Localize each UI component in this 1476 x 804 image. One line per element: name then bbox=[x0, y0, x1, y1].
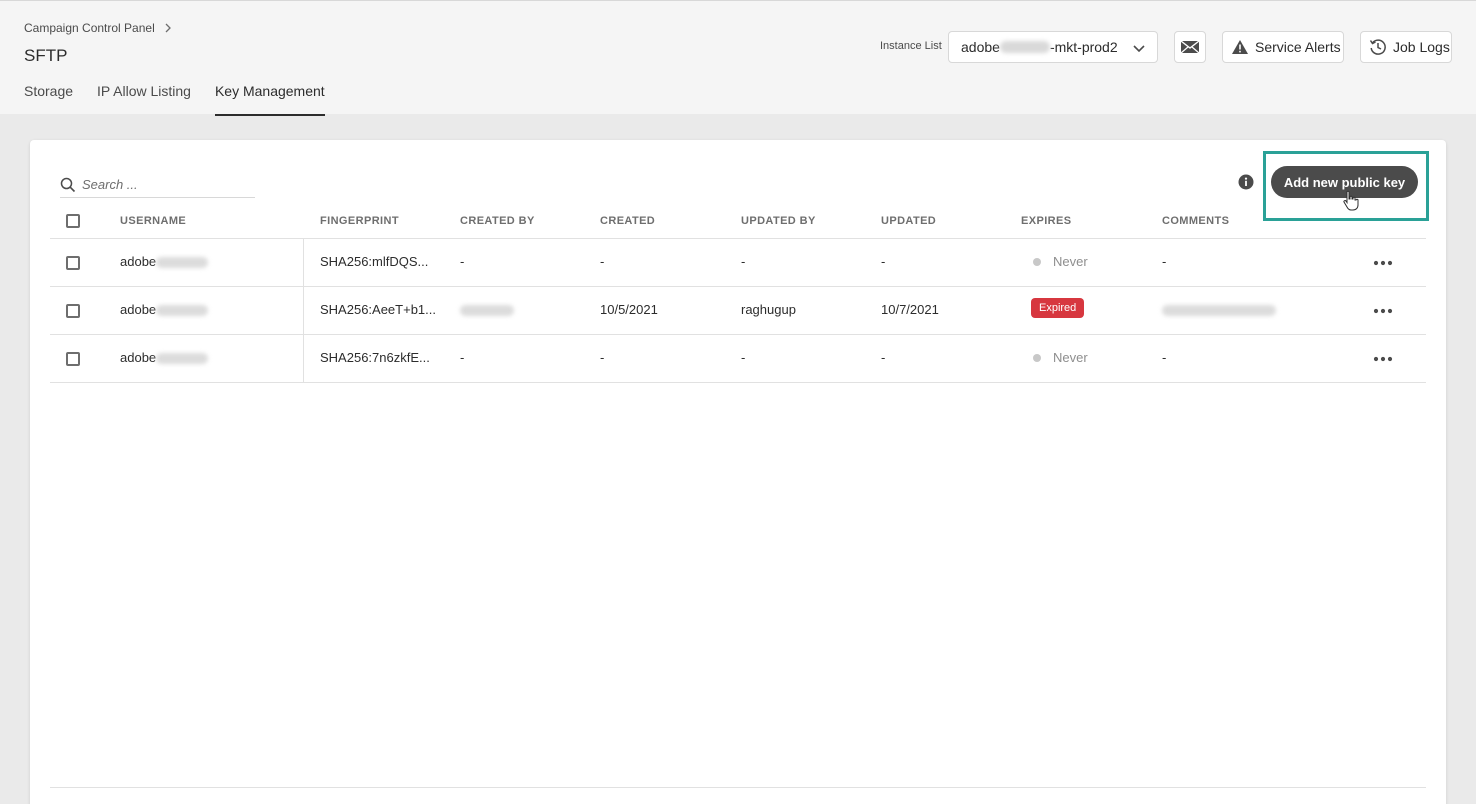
column-fingerprint[interactable]: FINGERPRINT bbox=[320, 215, 399, 227]
cell-updated-by: - bbox=[741, 350, 746, 365]
cell-username: adobe bbox=[120, 302, 209, 317]
redacted-text bbox=[1162, 305, 1276, 317]
cell-created-by: - bbox=[460, 350, 465, 365]
row-checkbox[interactable] bbox=[66, 256, 80, 270]
search-icon bbox=[60, 177, 76, 192]
more-icon[interactable] bbox=[1372, 301, 1394, 321]
redacted-text bbox=[999, 41, 1050, 53]
table-row[interactable]: adobe SHA256:AeeT+b1... 10/5/2021 raghug… bbox=[50, 287, 1426, 335]
cell-username: adobe bbox=[120, 350, 209, 365]
service-alerts-button[interactable]: Service Alerts bbox=[1222, 31, 1344, 63]
cell-created-by bbox=[460, 302, 514, 317]
column-updated[interactable]: UPDATED bbox=[881, 215, 936, 227]
tab-storage[interactable]: Storage bbox=[24, 81, 73, 116]
table-footer-divider bbox=[50, 787, 1426, 788]
cell-comments: - bbox=[1162, 350, 1167, 365]
cell-created: 10/5/2021 bbox=[600, 302, 658, 317]
cell-fingerprint: SHA256:7n6zkfE... bbox=[320, 350, 430, 365]
cell-fingerprint: SHA256:AeeT+b1... bbox=[320, 302, 436, 317]
cell-username: adobe bbox=[120, 254, 209, 269]
instance-select[interactable]: adobe -mkt-prod2 bbox=[948, 31, 1158, 63]
expires-text: Never bbox=[1053, 350, 1088, 365]
row-checkbox[interactable] bbox=[66, 352, 80, 366]
mail-icon bbox=[1180, 40, 1200, 54]
info-icon[interactable] bbox=[1238, 174, 1254, 190]
history-icon bbox=[1369, 39, 1386, 55]
cell-created: - bbox=[600, 254, 605, 269]
breadcrumb-link[interactable]: Campaign Control Panel bbox=[24, 21, 155, 35]
column-divider bbox=[303, 239, 304, 287]
username-text: adobe bbox=[120, 350, 157, 365]
cell-expires: Never bbox=[1033, 254, 1088, 269]
redacted-text bbox=[460, 305, 514, 317]
cell-expires: Expired bbox=[1031, 298, 1085, 318]
service-alerts-label: Service Alerts bbox=[1255, 39, 1341, 55]
instance-list-label: Instance List bbox=[880, 40, 942, 52]
cell-updated-by: raghugup bbox=[741, 302, 796, 317]
page-header: Campaign Control Panel SFTP Storage IP A… bbox=[0, 0, 1476, 116]
cell-updated: - bbox=[881, 254, 886, 269]
key-management-card: Add new public key USERNAME FINGERPRINT … bbox=[30, 140, 1446, 804]
cell-created: - bbox=[600, 350, 605, 365]
tab-bar: Storage IP Allow Listing Key Management bbox=[24, 81, 349, 116]
cell-updated: - bbox=[881, 350, 886, 365]
column-created-by[interactable]: CREATED BY bbox=[460, 215, 535, 227]
search-box[interactable] bbox=[60, 172, 255, 198]
cell-fingerprint: SHA256:mlfDQS... bbox=[320, 254, 429, 269]
job-logs-label: Job Logs bbox=[1393, 39, 1450, 55]
column-expires[interactable]: EXPIRES bbox=[1021, 215, 1072, 227]
username-text: adobe bbox=[120, 302, 157, 317]
job-logs-button[interactable]: Job Logs bbox=[1360, 31, 1452, 63]
cell-updated: 10/7/2021 bbox=[881, 302, 939, 317]
instance-value-prefix: adobe bbox=[961, 39, 1000, 55]
search-input[interactable] bbox=[82, 177, 242, 192]
more-icon[interactable] bbox=[1372, 253, 1394, 273]
table-header: USERNAME FINGERPRINT CREATED BY CREATED … bbox=[50, 205, 1426, 239]
expired-badge: Expired bbox=[1031, 298, 1085, 318]
column-updated-by[interactable]: UPDATED BY bbox=[741, 215, 816, 227]
redacted-text bbox=[156, 353, 209, 365]
select-all-checkbox[interactable] bbox=[66, 214, 80, 228]
redacted-text bbox=[156, 257, 209, 269]
column-divider bbox=[303, 287, 304, 335]
cell-comments: - bbox=[1162, 254, 1167, 269]
column-username[interactable]: USERNAME bbox=[120, 215, 186, 227]
cell-created-by: - bbox=[460, 254, 465, 269]
row-checkbox[interactable] bbox=[66, 304, 80, 318]
expires-text: Never bbox=[1053, 254, 1088, 269]
breadcrumb[interactable]: Campaign Control Panel bbox=[24, 21, 173, 35]
mail-button[interactable] bbox=[1174, 31, 1206, 63]
status-dot-icon bbox=[1033, 257, 1041, 266]
tab-ip-allow-listing[interactable]: IP Allow Listing bbox=[97, 81, 191, 116]
redacted-text bbox=[156, 305, 209, 317]
chevron-right-icon bbox=[165, 23, 171, 33]
table-row[interactable]: adobe SHA256:mlfDQS... - - - - Never - bbox=[50, 239, 1426, 287]
column-created[interactable]: CREATED bbox=[600, 215, 655, 227]
cell-expires: Never bbox=[1033, 350, 1088, 365]
more-icon[interactable] bbox=[1372, 349, 1394, 369]
chevron-down-icon bbox=[1133, 45, 1145, 53]
cell-updated-by: - bbox=[741, 254, 746, 269]
page-title: SFTP bbox=[24, 46, 68, 65]
status-dot-icon bbox=[1033, 353, 1041, 362]
column-comments[interactable]: COMMENTS bbox=[1162, 215, 1229, 227]
alert-icon bbox=[1232, 40, 1248, 54]
table-row[interactable]: adobe SHA256:7n6zkfE... - - - - Never - bbox=[50, 335, 1426, 383]
column-divider bbox=[303, 335, 304, 383]
instance-value-suffix: -mkt-prod2 bbox=[1049, 39, 1118, 55]
cell-comments bbox=[1162, 302, 1276, 317]
tab-key-management[interactable]: Key Management bbox=[214, 81, 325, 116]
username-text: adobe bbox=[120, 254, 157, 269]
